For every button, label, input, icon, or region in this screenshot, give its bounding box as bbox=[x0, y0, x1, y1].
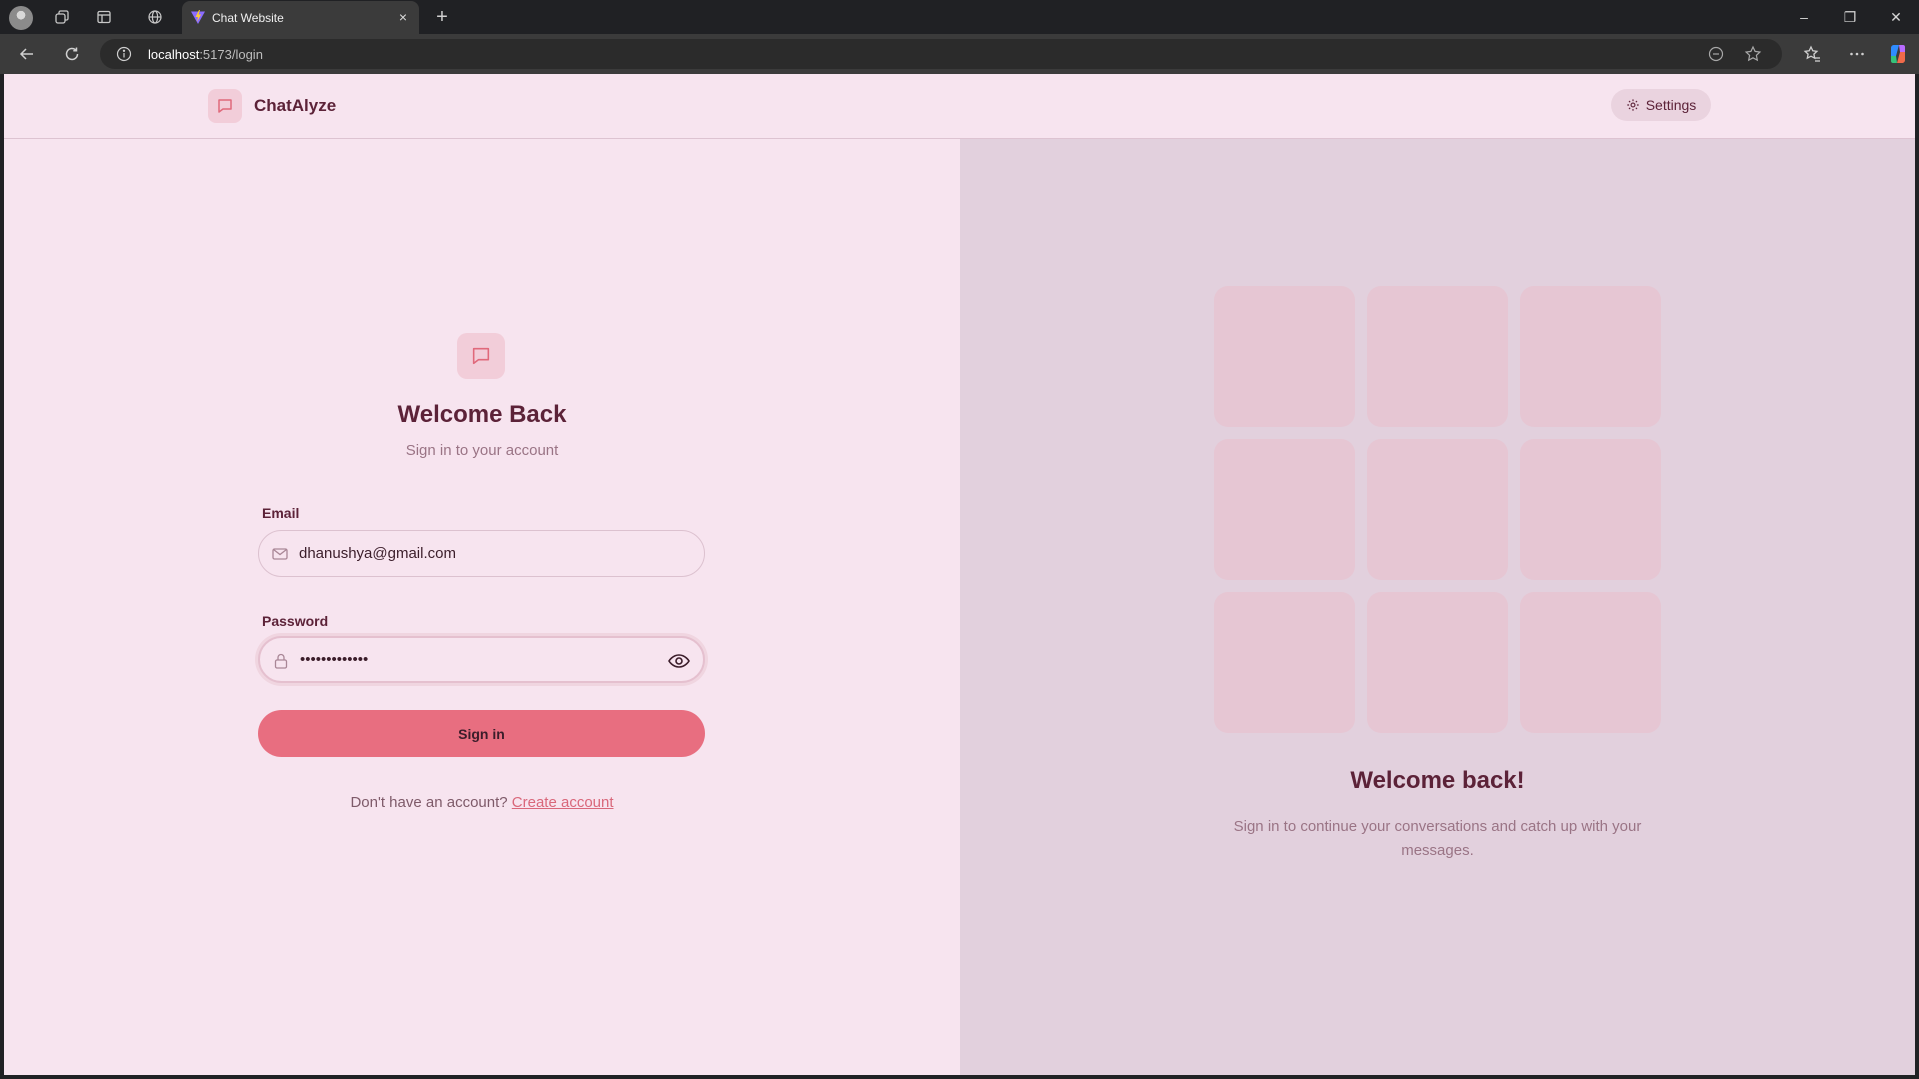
brand-name[interactable]: ChatAlyze bbox=[254, 96, 336, 116]
password-field[interactable] bbox=[258, 636, 705, 683]
restore-button[interactable]: ❐ bbox=[1828, 4, 1872, 30]
close-window-button[interactable]: ✕ bbox=[1874, 4, 1918, 30]
password-label: Password bbox=[262, 613, 329, 629]
pattern-tile bbox=[1367, 592, 1508, 733]
create-account-link[interactable]: Create account bbox=[512, 794, 614, 811]
settings-button[interactable]: Settings bbox=[1611, 89, 1711, 121]
gear-icon bbox=[1627, 99, 1639, 111]
tab-chat-website[interactable]: Chat Website × bbox=[182, 1, 419, 34]
sign-in-button[interactable]: Sign in bbox=[258, 710, 705, 757]
logo[interactable] bbox=[208, 89, 242, 123]
url-text: localhost:5173/login bbox=[148, 47, 263, 62]
back-icon[interactable] bbox=[16, 43, 38, 65]
favorites-icon[interactable] bbox=[1801, 43, 1823, 65]
pattern-tile bbox=[1214, 592, 1355, 733]
app-header: ChatAlyze Settings bbox=[4, 74, 1915, 139]
pattern-tile bbox=[1520, 286, 1661, 427]
promo-text: Sign in to continue your conversations a… bbox=[1233, 818, 1642, 859]
login-subtitle: Sign in to your account bbox=[405, 442, 559, 459]
pattern-tile bbox=[1520, 439, 1661, 580]
pattern-tile bbox=[1367, 286, 1508, 427]
email-field[interactable] bbox=[258, 530, 705, 577]
reload-icon[interactable] bbox=[61, 43, 83, 65]
mail-icon bbox=[272, 548, 288, 560]
copilot-icon[interactable] bbox=[1887, 43, 1909, 65]
close-tab-icon[interactable]: × bbox=[395, 9, 411, 25]
promo-title: Welcome back! bbox=[1350, 767, 1525, 794]
browser-toolbar: localhost:5173/login bbox=[0, 34, 1919, 74]
browser-tab-bar: Chat Website × + – ❐ ✕ bbox=[0, 0, 1919, 34]
login-logo bbox=[457, 333, 505, 379]
password-input[interactable] bbox=[300, 638, 640, 681]
minimize-button[interactable]: – bbox=[1782, 4, 1826, 30]
tab-title: Chat Website bbox=[212, 10, 284, 25]
signup-prompt-text: Don't have an account? bbox=[350, 794, 512, 811]
reading-mode-icon[interactable] bbox=[1708, 46, 1724, 62]
favorite-star-icon[interactable] bbox=[1744, 45, 1762, 63]
page-viewport: ChatAlyze Settings Welcome Back Sign in … bbox=[4, 74, 1915, 1075]
settings-label: Settings bbox=[1645, 97, 1697, 113]
lock-icon bbox=[274, 653, 288, 669]
signup-prompt: Don't have an account? Create account bbox=[4, 794, 960, 811]
site-info-icon[interactable] bbox=[116, 46, 132, 62]
eye-icon[interactable] bbox=[667, 651, 691, 671]
vite-favicon-icon bbox=[191, 10, 205, 24]
profile-avatar[interactable] bbox=[9, 6, 33, 30]
login-title: Welcome Back bbox=[397, 401, 567, 428]
new-tab-button[interactable]: + bbox=[431, 6, 453, 28]
address-bar[interactable]: localhost:5173/login bbox=[100, 39, 1782, 69]
message-square-icon bbox=[472, 347, 490, 365]
workspaces-icon[interactable] bbox=[51, 6, 73, 28]
pattern-tile bbox=[1520, 592, 1661, 733]
pattern-tile bbox=[1214, 286, 1355, 427]
pattern-tile bbox=[1214, 439, 1355, 580]
pattern-tile bbox=[1367, 439, 1508, 580]
tab-actions-icon[interactable] bbox=[93, 6, 115, 28]
message-square-icon bbox=[218, 99, 232, 113]
globe-icon[interactable] bbox=[144, 6, 166, 28]
email-label: Email bbox=[262, 505, 300, 521]
email-input[interactable] bbox=[299, 531, 639, 576]
more-menu-icon[interactable] bbox=[1846, 43, 1868, 65]
